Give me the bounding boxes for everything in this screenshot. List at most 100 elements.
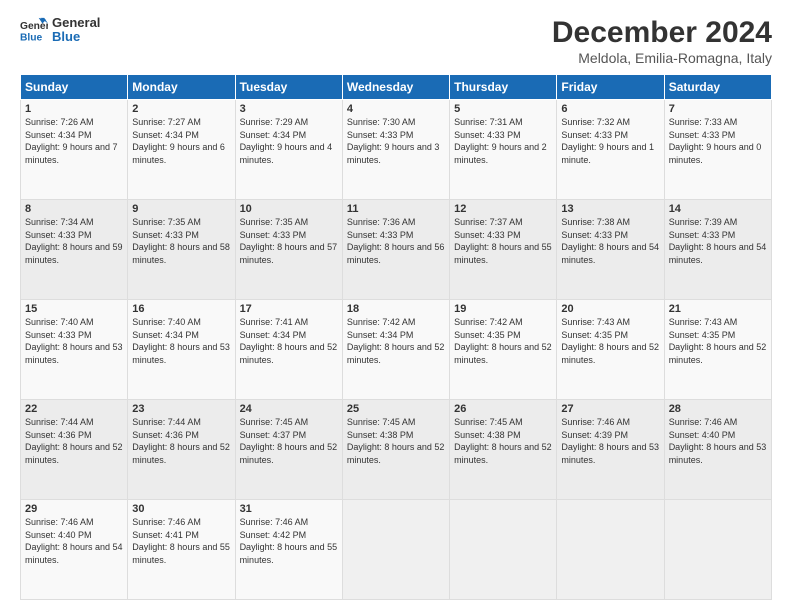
calendar-cell: 8 Sunrise: 7:34 AMSunset: 4:33 PMDaylight… [21,200,128,300]
day-number: 18 [347,303,445,315]
day-number: 16 [132,303,230,315]
page-title: December 2024 [552,16,772,50]
calendar-cell: 16 Sunrise: 7:40 AMSunset: 4:34 PMDayligh… [128,300,235,400]
calendar-cell: 31Sunrise: 7:46 AMSunset: 4:42 PMDayligh… [235,500,342,600]
calendar-cell [342,500,449,600]
cell-info: Sunrise: 7:35 AMSunset: 4:33 PMDaylight:… [132,217,230,265]
calendar-cell: 13 Sunrise: 7:38 AMSunset: 4:33 PMDayligh… [557,200,664,300]
day-number: 20 [561,303,659,315]
calendar-cell: 3 Sunrise: 7:29 AMSunset: 4:34 PMDaylight… [235,100,342,200]
calendar-cell: 19Sunrise: 7:42 AMSunset: 4:35 PMDayligh… [450,300,557,400]
calendar-cell: 28Sunrise: 7:46 AMSunset: 4:40 PMDayligh… [664,400,771,500]
cell-info: Sunrise: 7:45 AMSunset: 4:38 PMDaylight:… [454,417,552,465]
calendar-cell: 21 Sunrise: 7:43 AMSunset: 4:35 PMDayligh… [664,300,771,400]
cell-info: Sunrise: 7:26 AMSunset: 4:34 PMDaylight:… [25,117,118,165]
calendar-cell: 15 Sunrise: 7:40 AMSunset: 4:33 PMDayligh… [21,300,128,400]
day-number: 25 [347,403,445,415]
calendar-cell: 23 Sunrise: 7:44 AMSunset: 4:36 PMDayligh… [128,400,235,500]
day-number: 11 [347,203,445,215]
svg-text:Blue: Blue [20,33,43,44]
calendar-week-2: 8 Sunrise: 7:34 AMSunset: 4:33 PMDaylight… [21,200,772,300]
day-header-sunday: Sunday [21,75,128,100]
day-header-saturday: Saturday [664,75,771,100]
page-subtitle: Meldola, Emilia-Romagna, Italy [552,50,772,66]
cell-info: Sunrise: 7:46 AMSunset: 4:39 PMDaylight:… [561,417,659,465]
day-number: 7 [669,103,767,115]
day-header-monday: Monday [128,75,235,100]
day-number: 13 [561,203,659,215]
calendar-week-4: 22 Sunrise: 7:44 AMSunset: 4:36 PMDayligh… [21,400,772,500]
day-number: 27 [561,403,659,415]
day-number: 21 [669,303,767,315]
cell-info: Sunrise: 7:42 AMSunset: 4:34 PMDaylight:… [347,317,445,365]
calendar-cell [664,500,771,600]
cell-info: Sunrise: 7:45 AMSunset: 4:37 PMDaylight:… [240,417,338,465]
cell-info: Sunrise: 7:33 AMSunset: 4:33 PMDaylight:… [669,117,762,165]
day-number: 2 [132,103,230,115]
calendar-cell: 9 Sunrise: 7:35 AMSunset: 4:33 PMDaylight… [128,200,235,300]
cell-info: Sunrise: 7:45 AMSunset: 4:38 PMDaylight:… [347,417,445,465]
day-number: 8 [25,203,123,215]
day-number: 26 [454,403,552,415]
day-number: 17 [240,303,338,315]
calendar-cell: 5 Sunrise: 7:31 AMSunset: 4:33 PMDaylight… [450,100,557,200]
calendar-cell: 7 Sunrise: 7:33 AMSunset: 4:33 PMDaylight… [664,100,771,200]
calendar-cell: 26 Sunrise: 7:45 AMSunset: 4:38 PMDayligh… [450,400,557,500]
day-number: 15 [25,303,123,315]
calendar-week-3: 15 Sunrise: 7:40 AMSunset: 4:33 PMDayligh… [21,300,772,400]
calendar-cell: 17Sunrise: 7:41 AMSunset: 4:34 PMDayligh… [235,300,342,400]
day-number: 30 [132,503,230,515]
cell-info: Sunrise: 7:40 AMSunset: 4:34 PMDaylight:… [132,317,230,365]
cell-info: Sunrise: 7:46 AMSunset: 4:40 PMDaylight:… [25,517,123,565]
calendar-cell: 27 Sunrise: 7:46 AMSunset: 4:39 PMDayligh… [557,400,664,500]
logo-icon: General Blue [20,16,48,44]
cell-info: Sunrise: 7:46 AMSunset: 4:42 PMDaylight:… [240,517,338,565]
cell-info: Sunrise: 7:39 AMSunset: 4:33 PMDaylight:… [669,217,767,265]
day-number: 22 [25,403,123,415]
day-number: 14 [669,203,767,215]
calendar-cell [450,500,557,600]
day-number: 9 [132,203,230,215]
calendar-cell: 29 Sunrise: 7:46 AMSunset: 4:40 PMDayligh… [21,500,128,600]
calendar-cell: 11Sunrise: 7:36 AMSunset: 4:33 PMDayligh… [342,200,449,300]
cell-info: Sunrise: 7:40 AMSunset: 4:33 PMDaylight:… [25,317,123,365]
cell-info: Sunrise: 7:31 AMSunset: 4:33 PMDaylight:… [454,117,547,165]
day-number: 3 [240,103,338,115]
calendar-cell: 6 Sunrise: 7:32 AMSunset: 4:33 PMDaylight… [557,100,664,200]
calendar-cell: 10 Sunrise: 7:35 AMSunset: 4:33 PMDayligh… [235,200,342,300]
cell-info: Sunrise: 7:43 AMSunset: 4:35 PMDaylight:… [669,317,767,365]
logo: General Blue General Blue [20,16,100,45]
day-number: 5 [454,103,552,115]
cell-info: Sunrise: 7:35 AMSunset: 4:33 PMDaylight:… [240,217,338,265]
cell-info: Sunrise: 7:38 AMSunset: 4:33 PMDaylight:… [561,217,659,265]
calendar-cell: 4 Sunrise: 7:30 AMSunset: 4:33 PMDaylight… [342,100,449,200]
day-number: 19 [454,303,552,315]
cell-info: Sunrise: 7:44 AMSunset: 4:36 PMDaylight:… [25,417,123,465]
cell-info: Sunrise: 7:46 AMSunset: 4:41 PMDaylight:… [132,517,230,565]
day-number: 29 [25,503,123,515]
day-header-friday: Friday [557,75,664,100]
day-number: 4 [347,103,445,115]
calendar-cell: 24 Sunrise: 7:45 AMSunset: 4:37 PMDayligh… [235,400,342,500]
day-number: 24 [240,403,338,415]
calendar-cell: 2 Sunrise: 7:27 AMSunset: 4:34 PMDaylight… [128,100,235,200]
cell-info: Sunrise: 7:29 AMSunset: 4:34 PMDaylight:… [240,117,333,165]
calendar-cell: 1Sunrise: 7:26 AMSunset: 4:34 PMDaylight… [21,100,128,200]
cell-info: Sunrise: 7:46 AMSunset: 4:40 PMDaylight:… [669,417,767,465]
cell-info: Sunrise: 7:32 AMSunset: 4:33 PMDaylight:… [561,117,654,165]
cell-info: Sunrise: 7:30 AMSunset: 4:33 PMDaylight:… [347,117,440,165]
cell-info: Sunrise: 7:37 AMSunset: 4:33 PMDaylight:… [454,217,552,265]
cell-info: Sunrise: 7:34 AMSunset: 4:33 PMDaylight:… [25,217,123,265]
day-number: 6 [561,103,659,115]
logo-line2: Blue [52,30,100,44]
header: General Blue General Blue December 2024 … [20,16,772,66]
calendar-cell: 20Sunrise: 7:43 AMSunset: 4:35 PMDayligh… [557,300,664,400]
day-number: 10 [240,203,338,215]
calendar-week-1: 1Sunrise: 7:26 AMSunset: 4:34 PMDaylight… [21,100,772,200]
calendar-cell: 25 Sunrise: 7:45 AMSunset: 4:38 PMDayligh… [342,400,449,500]
day-number: 23 [132,403,230,415]
cell-info: Sunrise: 7:27 AMSunset: 4:34 PMDaylight:… [132,117,225,165]
day-header-tuesday: Tuesday [235,75,342,100]
calendar-cell: 30 Sunrise: 7:46 AMSunset: 4:41 PMDayligh… [128,500,235,600]
cell-info: Sunrise: 7:44 AMSunset: 4:36 PMDaylight:… [132,417,230,465]
